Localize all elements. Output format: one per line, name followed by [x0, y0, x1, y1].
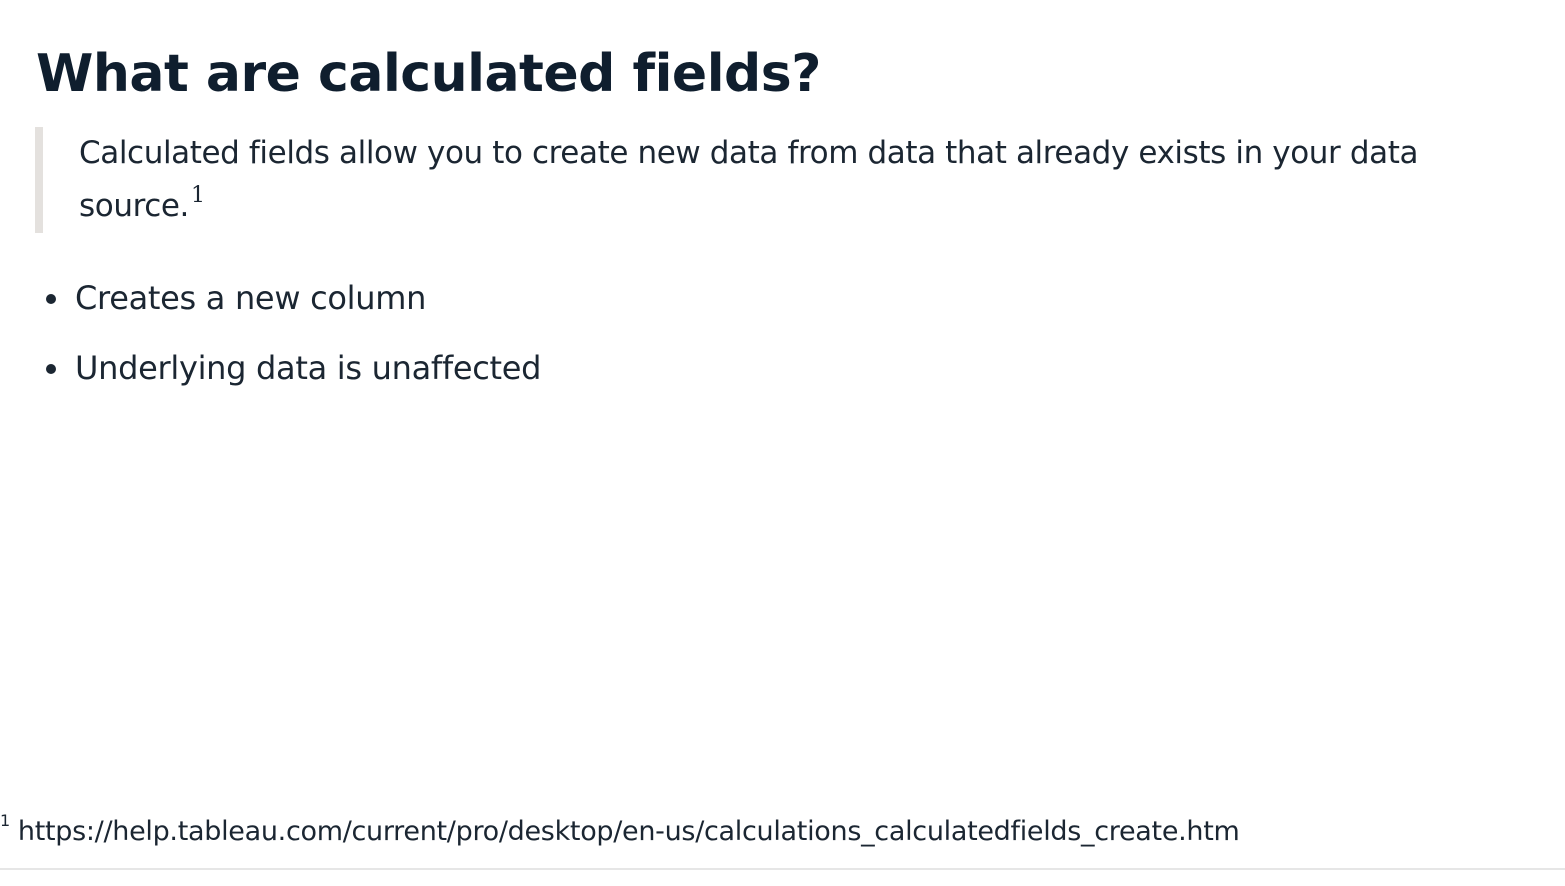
- bullet-icon: [46, 294, 56, 304]
- footnote-link[interactable]: https://help.tableau.com/current/pro/des…: [18, 816, 1240, 847]
- quote-line-2: source.1: [79, 180, 1555, 233]
- footnote-reference[interactable]: 1: [191, 183, 205, 208]
- list-item: Creates a new column: [0, 272, 541, 342]
- footnote: 1 https://help.tableau.com/current/pro/de…: [0, 810, 1240, 854]
- slide: What are calculated fields? Calculated f…: [0, 0, 1565, 886]
- quote-line-2-text: source.: [79, 188, 189, 224]
- list-item-text: Creates a new column: [75, 279, 427, 317]
- slide-title: What are calculated fields?: [36, 44, 821, 104]
- quote-line-1: Calculated fields allow you to create ne…: [79, 135, 1419, 171]
- list-item-text: Underlying data is unaffected: [75, 349, 542, 387]
- bullet-icon: [46, 364, 56, 374]
- footnote-marker: 1: [0, 811, 10, 830]
- bullet-list: Creates a new column Underlying data is …: [0, 272, 541, 412]
- list-item: Underlying data is unaffected: [0, 342, 541, 412]
- blockquote: Calculated fields allow you to create ne…: [35, 127, 1555, 233]
- bottom-divider: [0, 868, 1565, 870]
